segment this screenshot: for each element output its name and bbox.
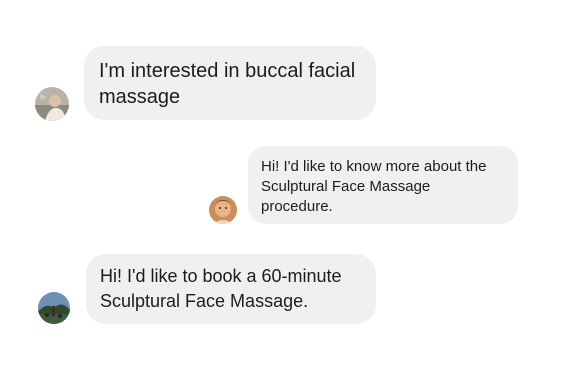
avatar[interactable] (38, 292, 70, 324)
user-avatar-photo-icon (38, 292, 70, 324)
message-bubble: Hi! I'd like to book a 60-minute Sculptu… (86, 254, 376, 324)
message-text: Hi! I'd like to know more about the Scul… (261, 158, 487, 215)
message-bubble: I'm interested in buccal facial massage (84, 46, 376, 120)
avatar[interactable] (35, 87, 69, 121)
message-bubble: Hi! I'd like to know more about the Scul… (248, 146, 518, 224)
user-avatar-photo-icon (35, 87, 69, 121)
message-text: I'm interested in buccal facial massage (99, 60, 356, 108)
message-text: Hi! I'd like to book a 60-minute Sculptu… (100, 266, 342, 311)
user-avatar-photo-icon (209, 196, 237, 224)
avatar[interactable] (209, 196, 237, 224)
